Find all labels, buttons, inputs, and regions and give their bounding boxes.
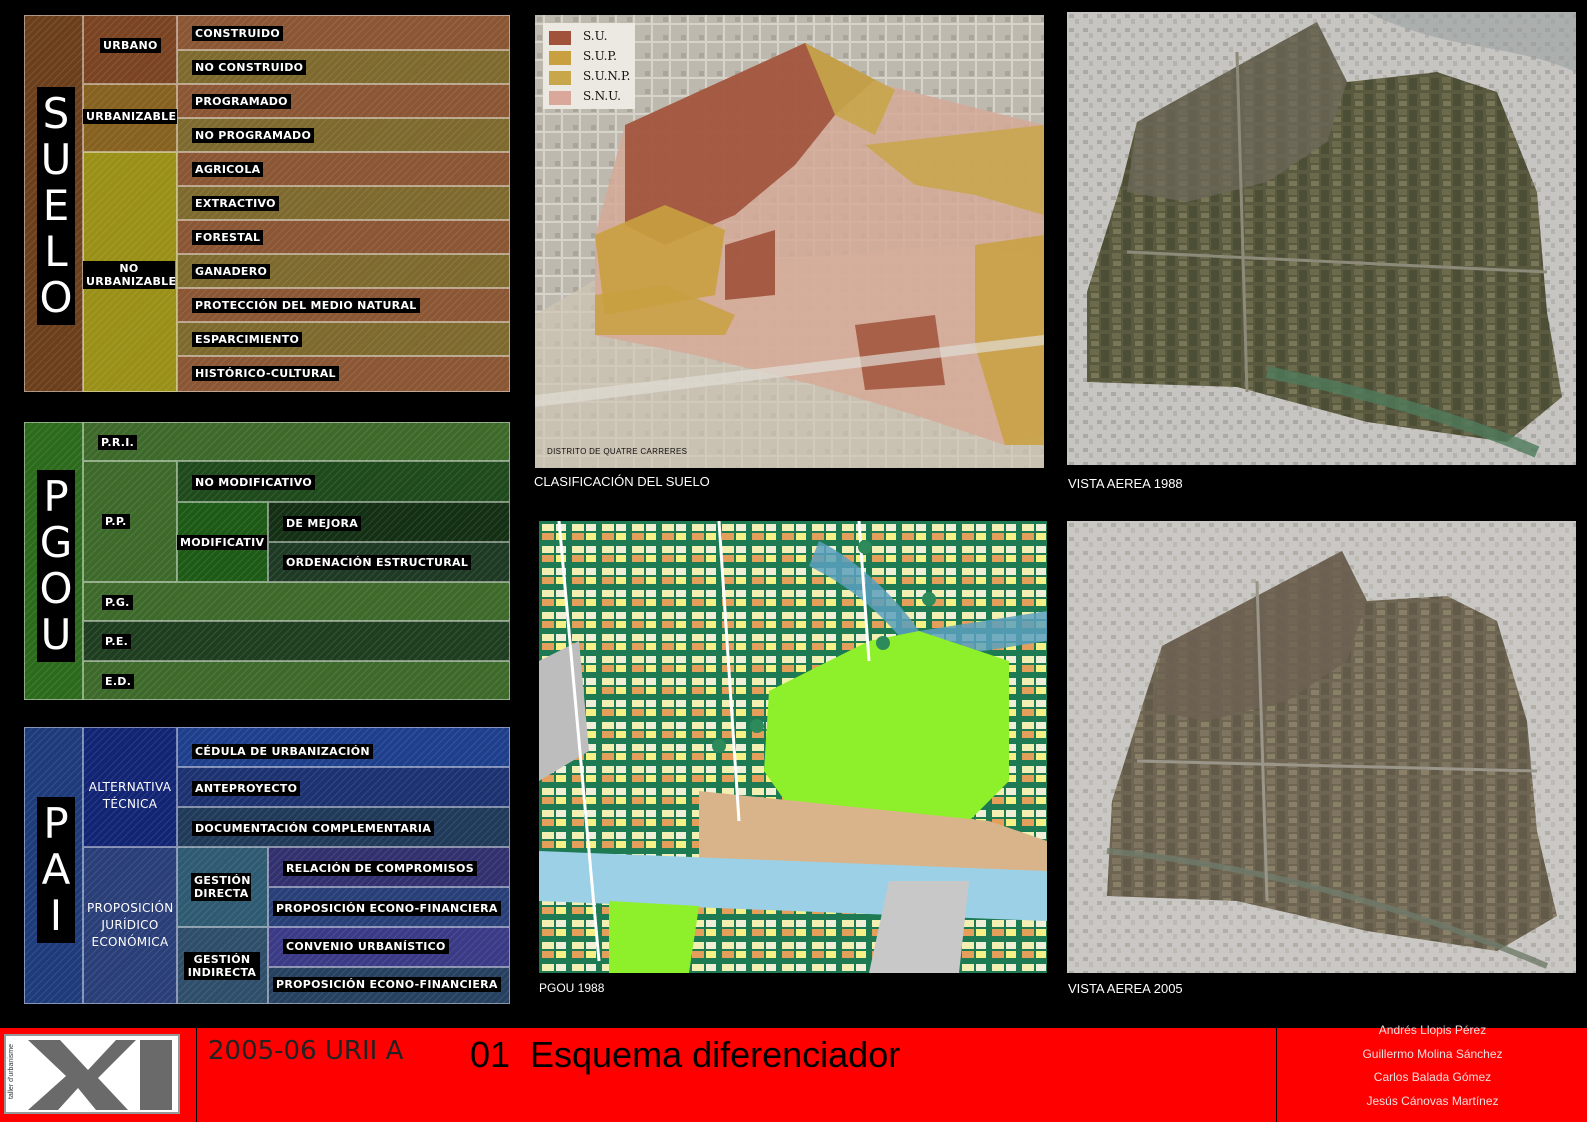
clasificacion-district-label: DISTRITO DE QUATRE CARRERES	[547, 447, 688, 456]
suelo-group-no-urbanizable-label: NO URBANIZABLE	[83, 261, 176, 289]
pgou-row-pg	[83, 582, 510, 621]
suelo-item-forestal-label: FORESTAL	[192, 230, 264, 245]
legend-label-su: S.U.	[583, 29, 608, 43]
legend-swatch-snu	[549, 91, 571, 105]
suelo-item-extractivo-label: EXTRACTIVO	[192, 196, 279, 211]
footer-author: Andrés Llopis Pérez	[1378, 1023, 1487, 1037]
suelo-item-no-construido-label: NO CONSTRUIDO	[192, 60, 307, 75]
footer-logo: taller d'urbanisme	[4, 1034, 180, 1114]
suelo-title: SUELO	[37, 87, 75, 325]
footer-bar: taller d'urbanisme 2005-06 URII A 01 Esq…	[0, 1023, 1587, 1122]
pai-proposicion-label: PROPOSICIÓN JURÍDICO ECONÓMICA	[87, 901, 174, 949]
pgou-row-pri-label: P.R.I.	[98, 435, 138, 450]
pgou-row-pp	[83, 461, 177, 582]
footer-course: 2005-06 URII A	[208, 1036, 404, 1066]
suelo-item-no-programado-label: NO PROGRAMADO	[192, 128, 315, 143]
pgou-1988-map	[539, 521, 1047, 973]
pgou-title: PGOU	[37, 470, 75, 662]
suelo-item-proteccion-label: PROTECCIÓN DEL MEDIO NATURAL	[192, 298, 420, 313]
pgou-ordenacion-label: ORDENACIÓN ESTRUCTURAL	[283, 555, 472, 570]
suelo-panel: SUELO URBANO URBANIZABLE NO URBANIZABLE …	[24, 15, 510, 392]
clasificacion-legend: S.U. S.U.P. S.U.N.P. S.N.U.	[543, 23, 635, 109]
vista-2005-drawing	[1067, 521, 1576, 973]
suelo-group-urbano-label: URBANO	[100, 38, 161, 53]
pai-gestion-directa-label: GESTIÓN DIRECTA	[191, 873, 251, 901]
pai-proposicion-econo-1-label: PROPOSICIÓN ECONO-FINANCIERA	[273, 901, 501, 916]
pgou-row-pg-label: P.G.	[102, 595, 133, 610]
suelo-item-esparcimiento-label: ESPARCIMIENTO	[192, 332, 303, 347]
footer-logo-side-text: taller d'urbanisme	[8, 1043, 16, 1100]
footer-number: 01	[470, 1034, 511, 1075]
clasificacion-caption: CLASIFICACIÓN DEL SUELO	[534, 474, 710, 489]
pai-title: PAI	[37, 797, 75, 943]
suelo-group-urbanizable-label: URBANIZABLE	[83, 109, 180, 124]
pgou-1988-caption: PGOU 1988	[539, 981, 605, 995]
suelo-item-historico-label: HISTÓRICO-CULTURAL	[192, 366, 339, 381]
pai-gestion-indirecta-label: GESTIÓN INDIRECTA	[184, 952, 260, 980]
pai-convenio-label: CONVENIO URBANÍSTICO	[283, 939, 449, 954]
clasificacion-map: S.U. S.U.P. S.U.N.P. S.N.U. DISTRITO DE …	[535, 15, 1044, 468]
vista-2005-caption: VISTA AEREA 2005	[1068, 981, 1183, 996]
legend-swatch-su	[549, 31, 571, 45]
pgou-no-modificativo-label: NO MODIFICATIVO	[192, 475, 316, 490]
pgou-modificativ-label: MODIFICATIV	[177, 535, 268, 550]
pgou-de-mejora-label: DE MEJORA	[283, 516, 362, 531]
suelo-item-agricola-label: AGRICOLA	[192, 162, 264, 177]
legend-label-sunp: S.U.N.P.	[583, 69, 631, 83]
pgou-row-ed-label: E.D.	[102, 674, 135, 689]
suelo-item-ganadero-label: GANADERO	[192, 264, 271, 279]
legend-swatch-sunp	[549, 71, 571, 85]
vista-1988-photo	[1067, 12, 1576, 465]
vista-1988-caption: VISTA AEREA 1988	[1068, 476, 1183, 491]
suelo-item-programado-label: PROGRAMADO	[192, 94, 291, 109]
pgou-row-pe-label: P.E.	[102, 634, 132, 649]
xi-logo-icon	[28, 1040, 172, 1110]
pai-cedula-label: CÉDULA DE URBANIZACIÓN	[192, 744, 373, 759]
footer-author: Carlos Balada Gómez	[1373, 1070, 1492, 1084]
pai-alternativa-label: ALTERNATIVA TÉCNICA	[88, 780, 172, 811]
vista-1988-drawing	[1067, 12, 1576, 465]
pgou-1988-drawing	[539, 521, 1047, 973]
pgou-panel: PGOU P.R.I. P.P. NO MODIFICATIVO MODIFIC…	[24, 422, 510, 700]
vista-2005-photo	[1067, 521, 1576, 973]
pai-anteproyecto-label: ANTEPROYECTO	[192, 781, 301, 796]
pai-documentacion-label: DOCUMENTACIÓN COMPLEMENTARIA	[192, 821, 435, 836]
pgou-row-ed	[83, 661, 510, 700]
footer-title: Esquema diferenciador	[530, 1034, 901, 1075]
pgou-row-pp-label: P.P.	[102, 514, 130, 529]
footer-divider-right	[1276, 1028, 1277, 1122]
pgou-row-pe	[83, 621, 510, 661]
footer-authors: Andrés Llopis Pérez Guillermo Molina Sán…	[1278, 1019, 1587, 1113]
pai-proposicion-econo-2-label: PROPOSICIÓN ECONO-FINANCIERA	[273, 977, 501, 992]
pgou-row-pri	[83, 422, 510, 461]
footer-author: Jesús Cánovas Martínez	[1366, 1093, 1499, 1108]
legend-label-snu: S.N.U.	[583, 89, 621, 103]
footer-divider-left	[196, 1028, 197, 1122]
pai-panel: PAI ALTERNATIVA TÉCNICA CÉDULA DE URBANI…	[24, 727, 510, 1004]
pai-relacion-label: RELACIÓN DE COMPROMISOS	[283, 861, 477, 876]
legend-swatch-sup	[549, 51, 571, 65]
footer-author: Guillermo Molina Sánchez	[1362, 1046, 1503, 1061]
legend-label-sup: S.U.P.	[583, 49, 617, 63]
suelo-item-construido-label: CONSTRUIDO	[192, 26, 284, 41]
